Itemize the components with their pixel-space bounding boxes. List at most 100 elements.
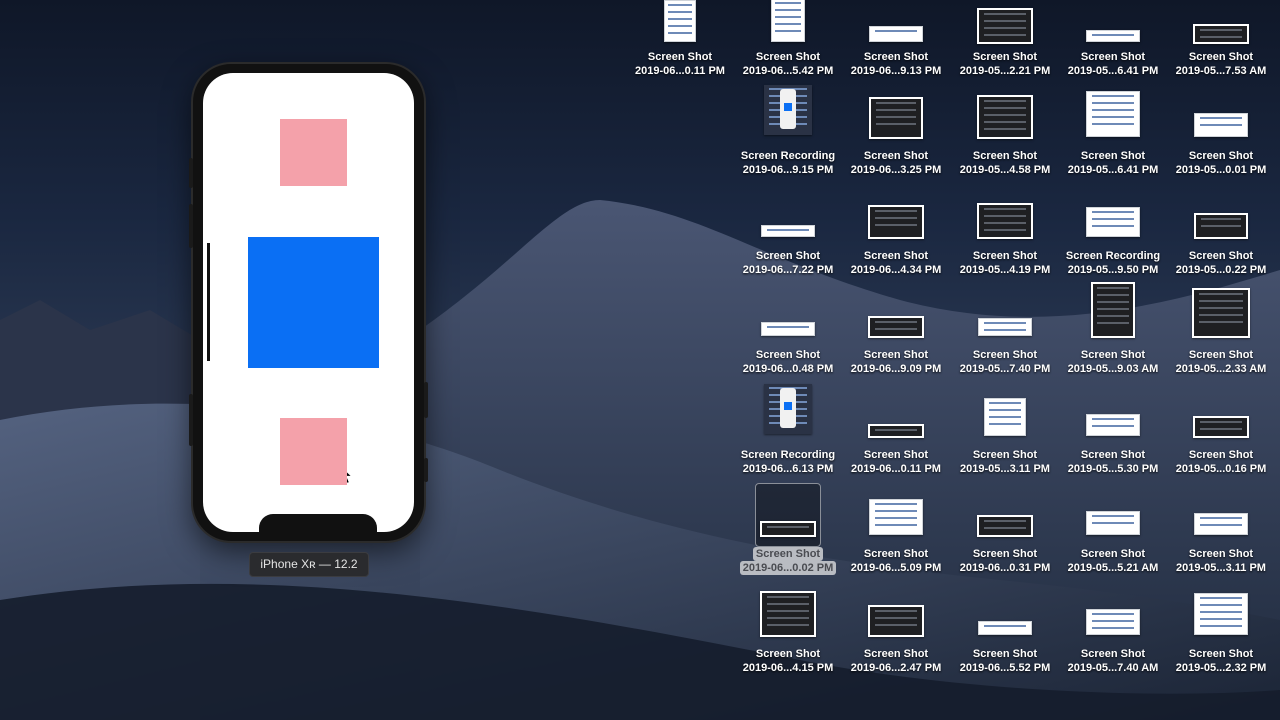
file-date: 2019-06...0.11 PM: [635, 65, 725, 77]
desktop-file-icon[interactable]: Screen Shot 2019-05...6.41 PM: [1059, 0, 1167, 96]
thumbnail-line: [875, 210, 917, 212]
screenshot-thumbnail-icon: [1194, 213, 1248, 239]
desktop-file-icon[interactable]: Screen Shot 2019-05...2.21 PM: [951, 0, 1059, 96]
desktop-file-icon[interactable]: Screen Shot 2019-05...5.21 AM: [1059, 497, 1167, 593]
thumbnail-line: [875, 503, 917, 505]
screenshot-thumbnail-icon: [761, 225, 815, 237]
thumbnail-line: [984, 322, 1026, 324]
file-name: Screen Shot: [863, 250, 929, 262]
desktop-file-icon[interactable]: Screen Shot2019-06...0.02 PM: [734, 483, 842, 593]
desktop-file-icon[interactable]: Screen Shot 2019-06...5.42 PM: [734, 0, 842, 96]
screenshot-thumbnail-icon: [1086, 30, 1140, 42]
file-name: Screen Recording: [1065, 250, 1161, 262]
desktop-file-icon[interactable]: Screen Shot 2019-06...0.31 PM: [951, 497, 1059, 593]
recording-thumbnail-icon: [764, 85, 812, 135]
file-name: Screen Shot: [972, 150, 1038, 162]
file-label: Screen Shot 2019-05...5.30 PM: [1059, 448, 1167, 476]
file-label: Screen Shot 2019-06...5.42 PM: [734, 50, 842, 78]
file-date: 2019-06...6.13 PM: [742, 463, 834, 475]
desktop-file-icon[interactable]: Screen Shot 2019-06...5.52 PM: [951, 597, 1059, 693]
simulator-volume-down-button[interactable]: [189, 394, 193, 446]
thumbnail-line: [668, 25, 692, 27]
desktop-file-icon[interactable]: Screen Shot 2019-05...7.53 AM: [1167, 0, 1275, 96]
simulator-power-button-2[interactable]: [424, 458, 428, 482]
pink-square-top[interactable]: [280, 119, 347, 186]
thumbnail-line: [984, 107, 1026, 109]
desktop-file-icon[interactable]: Screen Shot 2019-06...7.22 PM: [734, 199, 842, 295]
desktop-file-icon[interactable]: Screen Shot 2019-05...0.16 PM: [1167, 398, 1275, 494]
desktop-file-icon[interactable]: Screen Recording 2019-06...9.15 PM: [734, 85, 842, 195]
screenshot-thumbnail-icon: [1194, 113, 1248, 137]
file-date: 2019-05...0.01 PM: [1175, 164, 1267, 176]
file-label: Screen Shot 2019-06...7.22 PM: [734, 249, 842, 277]
file-name: Screen Shot: [863, 548, 929, 560]
thumbnail-line: [1092, 123, 1134, 125]
desktop-file-icon[interactable]: Screen Shot 2019-06...0.11 PM: [626, 0, 734, 96]
blue-square-center[interactable]: [248, 237, 379, 485]
simulator-screen[interactable]: [203, 73, 414, 532]
file-label: Screen Shot 2019-06...0.11 PM: [626, 50, 734, 78]
desktop-file-icon[interactable]: Screen Shot 2019-05...4.19 PM: [951, 199, 1059, 295]
file-date: 2019-05...3.11 PM: [1176, 562, 1266, 574]
thumbnail-line: [1097, 322, 1129, 324]
thumbnail-line: [1092, 218, 1134, 220]
desktop-file-icon[interactable]: Screen Shot 2019-05...0.22 PM: [1167, 199, 1275, 295]
desktop-file-icon[interactable]: Screen Shot 2019-05...3.11 PM: [951, 398, 1059, 494]
desktop-file-icon[interactable]: Screen Shot 2019-05...7.40 AM: [1059, 597, 1167, 693]
thumbnail-line: [984, 100, 1026, 102]
iphone-simulator-window[interactable]: [189, 64, 428, 541]
desktop-file-icon[interactable]: Screen Shot 2019-05...2.32 PM: [1167, 593, 1275, 693]
desktop-file-icon[interactable]: Screen Shot 2019-06...2.47 PM: [842, 597, 950, 693]
desktop-file-icon[interactable]: Screen Shot 2019-05...2.33 AM: [1167, 288, 1275, 394]
desktop-file-icon[interactable]: Screen Shot 2019-05...5.30 PM: [1059, 398, 1167, 494]
desktop-file-icon[interactable]: Screen Shot 2019-05...9.03 AM: [1059, 282, 1167, 394]
desktop-file-icon[interactable]: Screen Shot 2019-06...5.09 PM: [842, 497, 950, 593]
desktop-file-icon[interactable]: Screen Shot 2019-06...3.25 PM: [842, 97, 950, 195]
simulator-device-label: iPhone Xʀ — 12.2: [249, 552, 369, 577]
desktop-file-icon[interactable]: Screen Shot 2019-05...4.58 PM: [951, 95, 1059, 195]
file-name: Screen Shot: [1188, 449, 1254, 461]
file-label: Screen Shot 2019-05...3.11 PM: [1167, 547, 1275, 575]
scroll-indicator: [207, 243, 210, 361]
desktop-file-icon[interactable]: Screen Shot 2019-05...7.40 PM: [951, 298, 1059, 394]
pink-square-bottom[interactable]: [280, 418, 347, 485]
desktop-file-icon[interactable]: Screen Recording 2019-05...9.50 PM: [1059, 199, 1167, 295]
simulator-volume-up-button[interactable]: [189, 204, 193, 248]
file-name: Screen Shot: [1080, 150, 1146, 162]
file-date: 2019-05...4.58 PM: [959, 164, 1051, 176]
thumbnail-line: [775, 2, 801, 4]
file-date: 2019-05...6.41 PM: [1067, 65, 1159, 77]
screenshot-thumbnail-icon: [1086, 609, 1140, 635]
thumbnail-line: [1092, 34, 1134, 36]
desktop-file-icon[interactable]: Screen Shot 2019-05...0.01 PM: [1167, 99, 1275, 195]
thumbnail-line: [876, 116, 916, 118]
file-label: Screen Recording 2019-06...9.15 PM: [734, 149, 842, 177]
desktop-file-icon[interactable]: Screen Shot 2019-06...9.13 PM: [842, 0, 950, 96]
file-date: 2019-06...0.31 PM: [959, 562, 1051, 574]
simulator-side-button[interactable]: [189, 158, 193, 188]
thumbnail-line: [775, 30, 801, 32]
desktop-file-icon[interactable]: Screen Shot 2019-06...0.48 PM: [734, 298, 842, 394]
screenshot-thumbnail-icon: [868, 205, 924, 239]
file-name: Screen Shot: [863, 51, 929, 63]
file-label: Screen Shot 2019-05...3.11 PM: [951, 448, 1059, 476]
desktop-file-icon[interactable]: Screen Shot 2019-06...0.11 PM: [842, 398, 950, 494]
desktop-file-icon[interactable]: Screen Shot 2019-06...4.15 PM: [734, 591, 842, 693]
file-label: Screen Shot 2019-06...0.31 PM: [951, 547, 1059, 575]
thumbnail-line: [1199, 307, 1243, 309]
thumbnail-line: [767, 617, 809, 619]
desktop-file-icon[interactable]: Screen Shot 2019-06...9.09 PM: [842, 298, 950, 394]
file-name: Screen Shot: [1080, 648, 1146, 660]
screenshot-thumbnail-icon: [869, 499, 923, 535]
desktop-file-icon[interactable]: Screen Shot 2019-05...3.11 PM: [1167, 497, 1275, 593]
thumbnail-line: [1199, 321, 1243, 323]
file-label: Screen Shot 2019-06...9.09 PM: [842, 348, 950, 376]
desktop-file-icon[interactable]: Screen Recording 2019-06...6.13 PM: [734, 384, 842, 494]
desktop-file-icon[interactable]: Screen Shot 2019-06...4.34 PM: [842, 199, 950, 295]
thumbnail-line: [1092, 102, 1134, 104]
screenshot-thumbnail-icon: [771, 0, 805, 42]
file-label: Screen Shot 2019-06...4.34 PM: [842, 249, 950, 277]
desktop-file-icon[interactable]: Screen Shot 2019-05...6.41 PM: [1059, 91, 1167, 195]
screenshot-thumbnail-icon: [1194, 513, 1248, 535]
simulator-power-button[interactable]: [424, 382, 428, 418]
